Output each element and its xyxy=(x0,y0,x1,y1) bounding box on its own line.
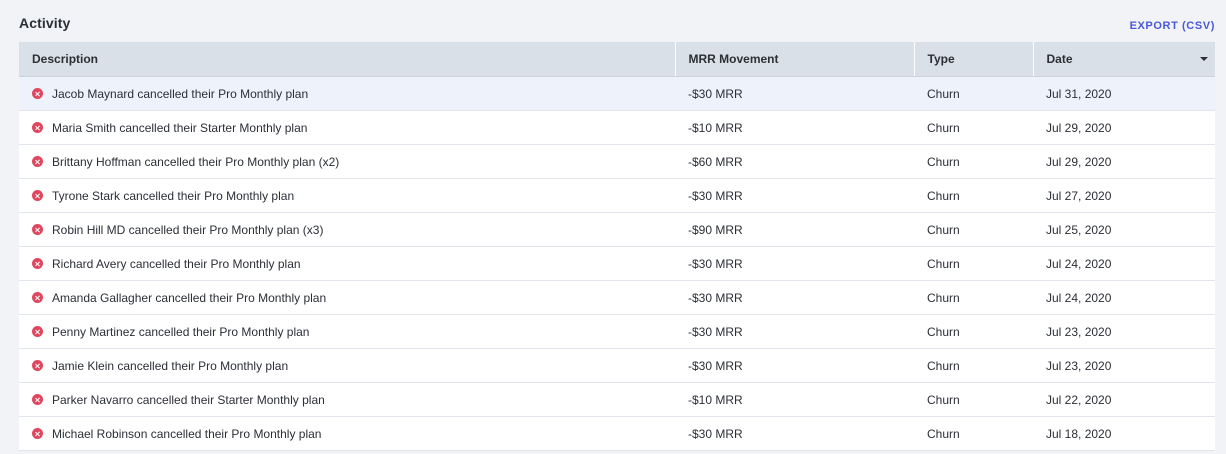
table-row[interactable]: Amanda Gallagher cancelled their Pro Mon… xyxy=(19,280,1215,315)
cell-date: Jul 23, 2020 xyxy=(1033,348,1215,383)
cell-description: Tyrone Stark cancelled their Pro Monthly… xyxy=(19,178,675,213)
cell-description: Robin Hill MD cancelled their Pro Monthl… xyxy=(19,212,675,247)
table-row[interactable]: Michael Robinson cancelled their Pro Mon… xyxy=(19,416,1215,451)
column-header-date-label: Date xyxy=(1046,52,1073,66)
cell-mrr-movement: -$30 MRR xyxy=(675,314,914,349)
cell-date: Jul 24, 2020 xyxy=(1033,280,1215,315)
description-content: Jamie Klein cancelled their Pro Monthly … xyxy=(32,359,662,373)
cell-type: Churn xyxy=(914,76,1033,111)
cell-type: Churn xyxy=(914,178,1033,213)
description-content: Brittany Hoffman cancelled their Pro Mon… xyxy=(32,155,662,169)
cell-date: Jul 22, 2020 xyxy=(1033,382,1215,417)
churn-x-icon xyxy=(32,394,43,405)
churn-x-icon xyxy=(32,360,43,371)
cell-mrr-movement: -$30 MRR xyxy=(675,348,914,383)
column-header-date[interactable]: Date xyxy=(1033,42,1215,77)
column-header-type[interactable]: Type xyxy=(914,42,1034,77)
cell-description: Jamie Klein cancelled their Pro Monthly … xyxy=(19,348,675,383)
cell-description: Maria Smith cancelled their Starter Mont… xyxy=(19,110,675,145)
table-row[interactable]: Maria Smith cancelled their Starter Mont… xyxy=(19,110,1215,145)
cell-mrr-movement: -$30 MRR xyxy=(675,246,914,281)
description-content: Penny Martinez cancelled their Pro Month… xyxy=(32,325,662,339)
cell-mrr-movement: -$10 MRR xyxy=(675,382,914,417)
churn-x-icon xyxy=(32,190,43,201)
table-row[interactable]: Parker Navarro cancelled their Starter M… xyxy=(19,382,1215,417)
churn-x-icon xyxy=(32,88,43,99)
cell-date: Jul 18, 2020 xyxy=(1033,416,1215,451)
table-row[interactable]: Penny Martinez cancelled their Pro Month… xyxy=(19,314,1215,349)
churn-x-icon xyxy=(32,122,43,133)
churn-x-icon xyxy=(32,428,43,439)
description-text: Maria Smith cancelled their Starter Mont… xyxy=(52,120,308,135)
column-header-description[interactable]: Description xyxy=(19,42,676,77)
cell-type: Churn xyxy=(914,144,1033,179)
cell-mrr-movement: -$30 MRR xyxy=(675,178,914,213)
cell-description: Brittany Hoffman cancelled their Pro Mon… xyxy=(19,144,675,179)
description-text: Jacob Maynard cancelled their Pro Monthl… xyxy=(52,86,309,101)
activity-table: Description MRR Movement Type Date Jacob… xyxy=(19,42,1215,451)
cell-description: Jacob Maynard cancelled their Pro Monthl… xyxy=(19,76,675,111)
cell-type: Churn xyxy=(914,212,1033,247)
cell-mrr-movement: -$30 MRR xyxy=(675,76,914,111)
description-content: Tyrone Stark cancelled their Pro Monthly… xyxy=(32,189,662,203)
description-text: Penny Martinez cancelled their Pro Month… xyxy=(52,324,310,339)
cell-mrr-movement: -$30 MRR xyxy=(675,280,914,315)
section-title: Activity xyxy=(19,15,71,31)
description-text: Jamie Klein cancelled their Pro Monthly … xyxy=(52,358,289,373)
description-content: Richard Avery cancelled their Pro Monthl… xyxy=(32,257,662,271)
description-content: Robin Hill MD cancelled their Pro Monthl… xyxy=(32,223,662,237)
caret-down-icon[interactable] xyxy=(1200,57,1208,61)
description-text: Brittany Hoffman cancelled their Pro Mon… xyxy=(52,154,340,169)
cell-type: Churn xyxy=(914,246,1033,281)
cell-date: Jul 24, 2020 xyxy=(1033,246,1215,281)
description-text: Tyrone Stark cancelled their Pro Monthly… xyxy=(52,188,295,203)
description-text: Parker Navarro cancelled their Starter M… xyxy=(52,392,325,407)
cell-type: Churn xyxy=(914,314,1033,349)
cell-description: Amanda Gallagher cancelled their Pro Mon… xyxy=(19,280,675,315)
cell-mrr-movement: -$30 MRR xyxy=(675,416,914,451)
churn-x-icon xyxy=(32,224,43,235)
table-row[interactable]: Tyrone Stark cancelled their Pro Monthly… xyxy=(19,178,1215,213)
churn-x-icon xyxy=(32,156,43,167)
cell-type: Churn xyxy=(914,348,1033,383)
cell-type: Churn xyxy=(914,110,1033,145)
cell-date: Jul 25, 2020 xyxy=(1033,212,1215,247)
column-header-mrr-movement[interactable]: MRR Movement xyxy=(675,42,915,77)
cell-date: Jul 29, 2020 xyxy=(1033,144,1215,179)
table-row[interactable]: Richard Avery cancelled their Pro Monthl… xyxy=(19,246,1215,281)
cell-type: Churn xyxy=(914,280,1033,315)
description-content: Amanda Gallagher cancelled their Pro Mon… xyxy=(32,291,662,305)
cell-description: Michael Robinson cancelled their Pro Mon… xyxy=(19,416,675,451)
cell-date: Jul 29, 2020 xyxy=(1033,110,1215,145)
table-row[interactable]: Robin Hill MD cancelled their Pro Monthl… xyxy=(19,212,1215,247)
cell-type: Churn xyxy=(914,382,1033,417)
table-row[interactable]: Brittany Hoffman cancelled their Pro Mon… xyxy=(19,144,1215,179)
table-row[interactable]: Jacob Maynard cancelled their Pro Monthl… xyxy=(19,76,1215,111)
cell-mrr-movement: -$90 MRR xyxy=(675,212,914,247)
churn-x-icon xyxy=(32,326,43,337)
churn-x-icon xyxy=(32,258,43,269)
cell-description: Parker Navarro cancelled their Starter M… xyxy=(19,382,675,417)
table-row[interactable]: Jamie Klein cancelled their Pro Monthly … xyxy=(19,348,1215,383)
cell-mrr-movement: -$60 MRR xyxy=(675,144,914,179)
churn-x-icon xyxy=(32,292,43,303)
description-text: Robin Hill MD cancelled their Pro Monthl… xyxy=(52,222,324,237)
description-text: Richard Avery cancelled their Pro Monthl… xyxy=(52,256,301,271)
cell-date: Jul 27, 2020 xyxy=(1033,178,1215,213)
description-text: Michael Robinson cancelled their Pro Mon… xyxy=(52,426,322,441)
description-content: Parker Navarro cancelled their Starter M… xyxy=(32,393,662,407)
description-text: Amanda Gallagher cancelled their Pro Mon… xyxy=(52,290,327,305)
description-content: Maria Smith cancelled their Starter Mont… xyxy=(32,121,662,135)
cell-description: Penny Martinez cancelled their Pro Month… xyxy=(19,314,675,349)
description-content: Michael Robinson cancelled their Pro Mon… xyxy=(32,427,662,441)
cell-description: Richard Avery cancelled their Pro Monthl… xyxy=(19,246,675,281)
cell-type: Churn xyxy=(914,416,1033,451)
cell-date: Jul 23, 2020 xyxy=(1033,314,1215,349)
activity-panel: Activity EXPORT (CSV) Description MRR Mo… xyxy=(0,0,1226,454)
export-csv-button[interactable]: EXPORT (CSV) xyxy=(1130,20,1215,32)
description-content: Jacob Maynard cancelled their Pro Monthl… xyxy=(32,87,662,101)
cell-mrr-movement: -$10 MRR xyxy=(675,110,914,145)
table-header-row: Description MRR Movement Type Date xyxy=(19,42,1215,77)
cell-date: Jul 31, 2020 xyxy=(1033,76,1215,111)
